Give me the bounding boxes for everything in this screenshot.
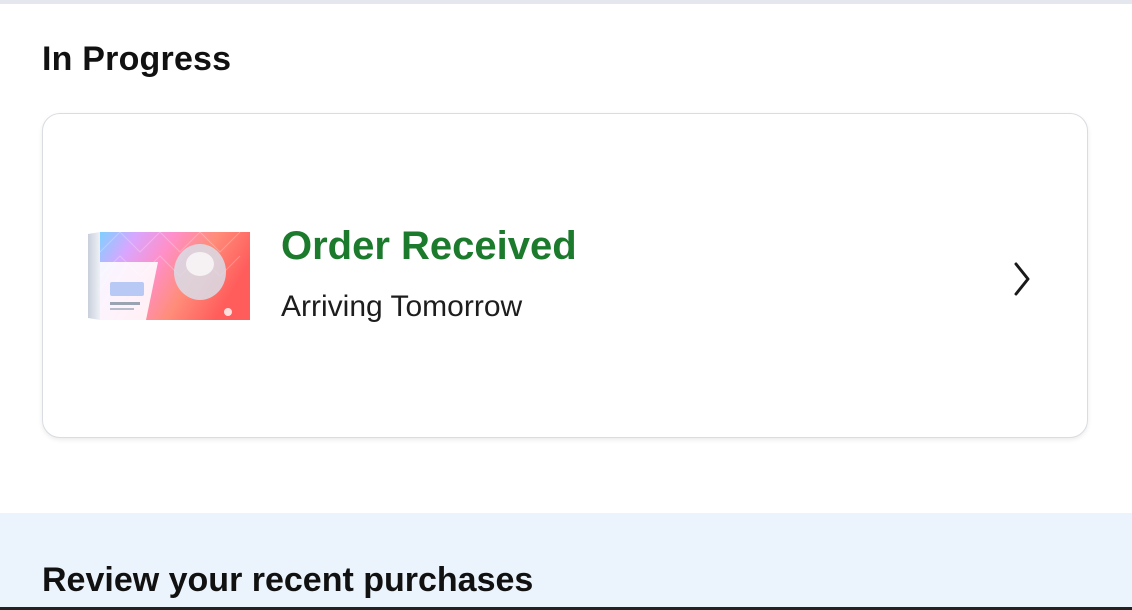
order-status: Order Received — [281, 224, 577, 268]
top-divider — [0, 0, 1132, 4]
product-image — [88, 232, 250, 320]
order-card[interactable]: Order Received Arriving Tomorrow — [42, 113, 1088, 438]
review-heading: Review your recent purchases — [42, 561, 534, 599]
in-progress-heading: In Progress — [42, 40, 232, 78]
delivery-estimate: Arriving Tomorrow — [281, 290, 523, 323]
chevron-right-icon[interactable] — [1009, 259, 1035, 299]
review-section: Review your recent purchases — [0, 513, 1132, 610]
